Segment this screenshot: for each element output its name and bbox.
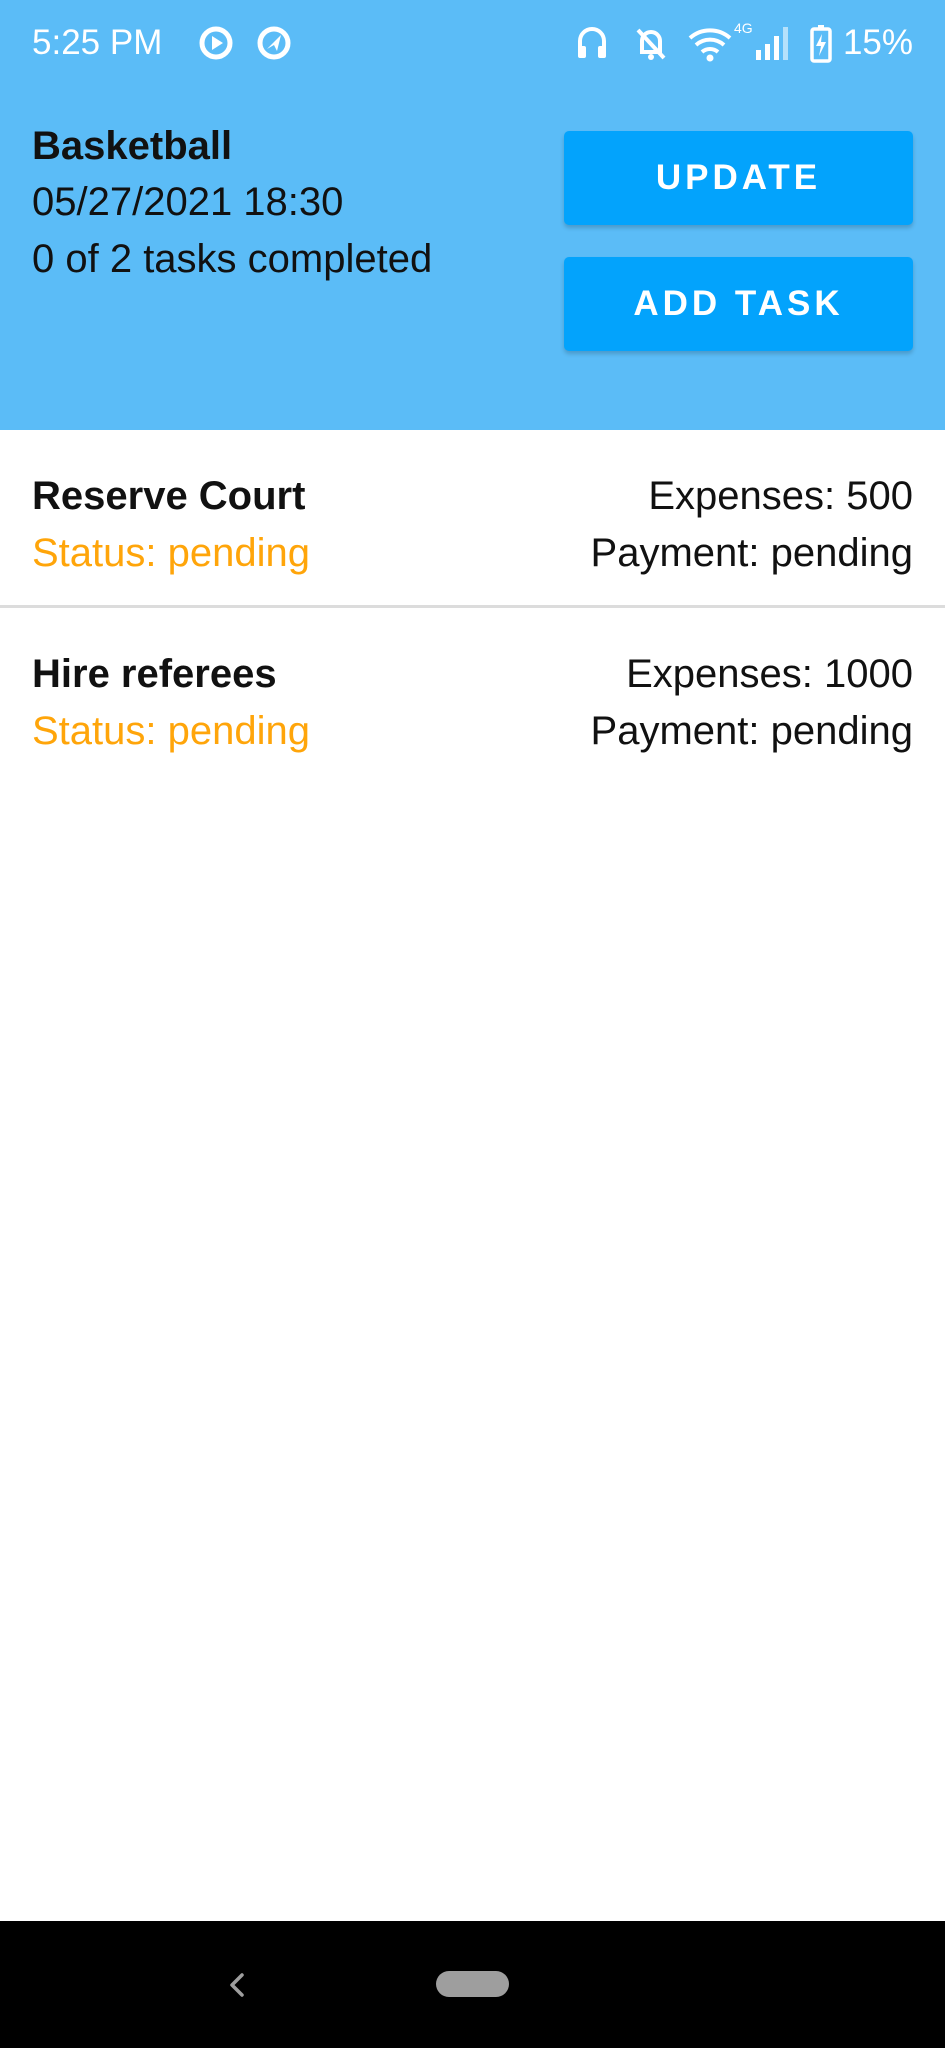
task-status: Status: pending — [32, 709, 310, 753]
cell-signal-icon — [756, 27, 788, 60]
task-item[interactable]: Reserve Court Status: pending Expenses: … — [0, 430, 945, 608]
headset-icon — [578, 27, 606, 58]
battery-charging-icon — [810, 25, 832, 63]
task-status: Status: pending — [32, 531, 310, 575]
task-item[interactable]: Hire referees Status: pending Expenses: … — [0, 608, 945, 786]
play-circle-icon — [199, 26, 233, 60]
task-payment: Payment: pending — [590, 531, 913, 575]
status-bar: 5:25 PM 4G 15% — [0, 0, 945, 86]
task-list: Reserve Court Status: pending Expenses: … — [0, 430, 945, 786]
bell-off-icon — [636, 28, 666, 60]
event-title: Basketball — [32, 124, 233, 168]
wifi-icon — [688, 28, 732, 62]
task-name: Hire referees — [32, 652, 277, 696]
add-task-button[interactable]: ADD TASK — [564, 257, 913, 351]
home-pill-icon[interactable] — [436, 1971, 509, 1997]
network-type-label: 4G — [734, 20, 753, 36]
event-info: Basketball 05/27/2021 18:30 0 of 2 tasks… — [32, 118, 432, 288]
event-progress: 0 of 2 tasks completed — [32, 237, 433, 281]
task-expenses: Expenses: 1000 — [626, 652, 913, 696]
task-expenses: Expenses: 500 — [648, 474, 913, 518]
status-time: 5:25 PM — [32, 23, 163, 62]
back-icon[interactable] — [222, 1961, 252, 2009]
task-name: Reserve Court — [32, 474, 306, 518]
battery-percent: 15% — [842, 23, 913, 62]
update-button[interactable]: UPDATE — [564, 131, 913, 225]
location-sync-icon — [257, 26, 291, 60]
task-payment: Payment: pending — [590, 709, 913, 753]
navigation-bar — [0, 1921, 945, 2048]
event-header: 5:25 PM 4G 15% Basketball 05/27/2021 18:… — [0, 0, 945, 430]
event-datetime: 05/27/2021 18:30 — [32, 180, 344, 224]
